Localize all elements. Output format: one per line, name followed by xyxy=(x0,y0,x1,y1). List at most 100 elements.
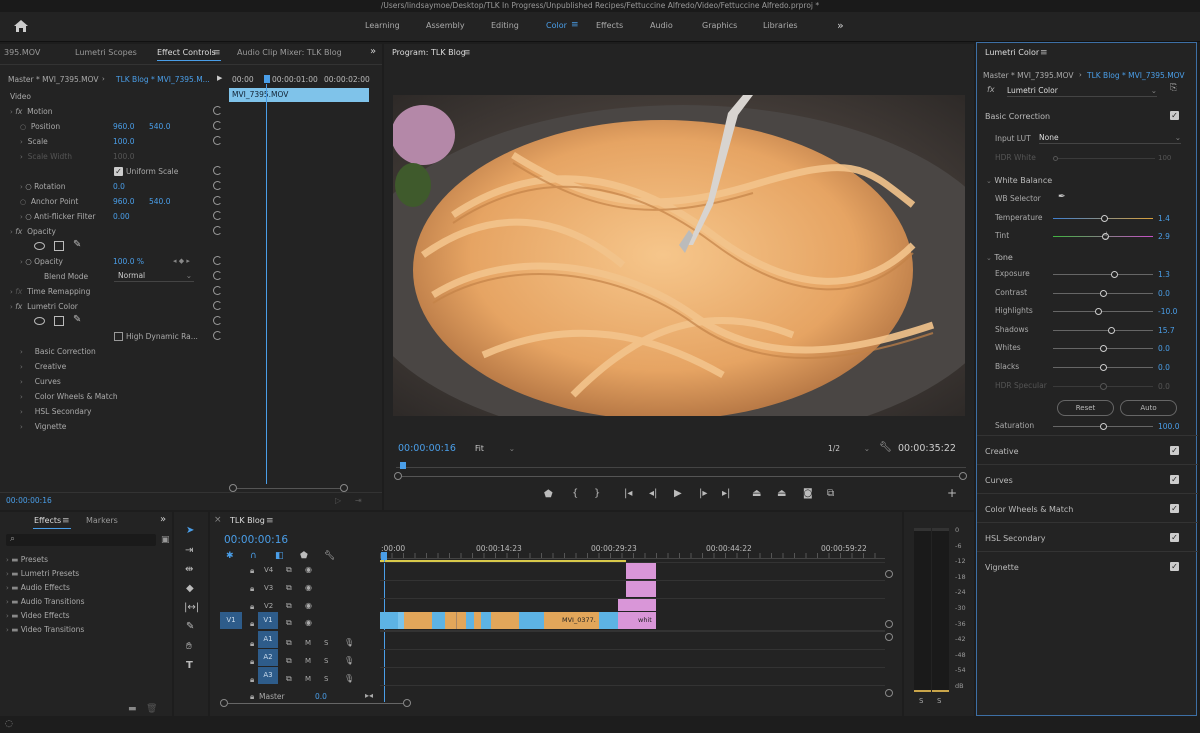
eyedropper-icon[interactable]: ✒ xyxy=(1058,192,1066,202)
extract-icon[interactable]: ⏏ xyxy=(777,489,786,499)
reset-icon[interactable] xyxy=(213,136,222,145)
ripple-edit-tool-icon[interactable]: ⇹ xyxy=(185,565,193,575)
track-height-handle[interactable] xyxy=(885,689,893,697)
play-icon[interactable]: ▶ xyxy=(674,489,682,499)
anti-flicker-row[interactable]: › ○ Anti-flicker Filter xyxy=(20,209,95,224)
lock-icon[interactable]: 🔒︎ xyxy=(250,602,254,612)
new-bin-icon[interactable]: ▣ xyxy=(161,535,170,545)
camera-icon[interactable]: ◙ xyxy=(803,489,813,499)
lock-icon[interactable]: 🔒︎ xyxy=(250,584,254,594)
tone-blacks-slider[interactable] xyxy=(1053,364,1153,371)
pen-mask-icon[interactable]: ✎ xyxy=(73,239,81,250)
white-balance-header[interactable]: ⌄ White Balance xyxy=(986,176,1052,185)
mic-icon[interactable]: 🎙︎ xyxy=(344,656,354,665)
more-panels-icon[interactable]: » xyxy=(160,514,166,525)
reset-icon[interactable] xyxy=(213,301,222,310)
v3-clip[interactable] xyxy=(626,581,656,597)
hand-tool-icon[interactable]: ✋︎ xyxy=(186,642,192,652)
uniform-scale-checkbox[interactable]: ✓ xyxy=(114,167,123,176)
scroll-handle[interactable] xyxy=(403,699,411,707)
saturation-slider[interactable] xyxy=(1053,423,1153,430)
curves-checkbox[interactable]: ✓ xyxy=(1170,475,1179,484)
video-clip[interactable] xyxy=(474,612,481,629)
track-height-handle[interactable] xyxy=(885,570,893,578)
tone-whites-slider[interactable] xyxy=(1053,345,1153,353)
basic-correction-row[interactable]: › Basic Correction xyxy=(20,344,96,359)
rect-mask-icon[interactable] xyxy=(54,316,64,326)
scroll-handle[interactable] xyxy=(220,699,228,707)
lock-icon[interactable]: 🔒︎ xyxy=(250,619,254,629)
ellipse-mask-icon[interactable] xyxy=(34,242,45,250)
tone-highlights-thumb[interactable] xyxy=(1095,308,1102,316)
type-tool-icon[interactable]: T xyxy=(186,661,193,671)
saturation-value[interactable]: 100.0 xyxy=(1158,422,1179,431)
video-clip[interactable] xyxy=(432,612,445,629)
tone-contrast-thumb[interactable] xyxy=(1100,289,1107,297)
ellipse-mask-icon[interactable] xyxy=(34,317,45,325)
panel-menu-icon[interactable]: ≡ xyxy=(463,48,471,58)
position-x[interactable]: 960.0 xyxy=(113,119,134,134)
auto-button[interactable]: Auto xyxy=(1120,400,1177,416)
add-button-icon[interactable]: + xyxy=(947,487,957,499)
mark-out-icon[interactable]: } xyxy=(594,489,600,499)
mic-icon[interactable]: 🎙︎ xyxy=(344,638,354,647)
fit-select[interactable]: Fit ⌄ xyxy=(475,444,517,454)
mute-a1[interactable]: M xyxy=(305,639,311,647)
go-to-out-icon[interactable]: ▸| xyxy=(722,489,730,499)
reset-icon[interactable] xyxy=(213,211,222,220)
close-icon[interactable]: × xyxy=(214,515,222,525)
step-forward-icon[interactable]: |▸ xyxy=(699,489,707,499)
clip-bar[interactable]: MVI_7395.MOV xyxy=(229,88,369,102)
scroll-bar[interactable] xyxy=(402,476,960,477)
resolution-select[interactable]: 1/2 ⌄ xyxy=(828,444,870,454)
color-wheels-header[interactable]: Color Wheels & Match xyxy=(985,505,1073,514)
panel-menu-icon[interactable]: ≡ xyxy=(213,48,221,58)
scroll-handle[interactable] xyxy=(959,472,967,480)
go-to-in-icon[interactable]: |◂ xyxy=(624,489,632,499)
zoom-handle[interactable] xyxy=(340,484,348,492)
razor-tool-icon[interactable]: ◆ xyxy=(186,584,194,594)
eye-icon[interactable]: ◉ xyxy=(305,565,312,574)
panel-menu-icon[interactable]: ≡ xyxy=(62,516,70,526)
selection-tool-icon[interactable]: ➤ xyxy=(186,526,194,536)
rotation-row[interactable]: › ○ Rotation xyxy=(20,179,66,194)
basic-correction-checkbox[interactable]: ✓ xyxy=(1170,111,1179,120)
trash-icon[interactable]: 🗑︎ xyxy=(146,704,157,714)
reset-button[interactable]: Reset xyxy=(1057,400,1114,416)
master-clip-label[interactable]: Master * MVI_7395.MOV xyxy=(8,75,99,84)
sync-lock-icon[interactable]: ⧉ xyxy=(286,656,292,666)
tab-markers[interactable]: Markers xyxy=(86,512,118,530)
sync-lock-icon[interactable]: ⧉ xyxy=(286,601,292,611)
v2-clip[interactable] xyxy=(618,599,656,611)
opacity-group-row[interactable]: › fx Opacity xyxy=(10,224,56,239)
reset-icon[interactable] xyxy=(213,106,222,115)
zoom-handle[interactable] xyxy=(229,484,237,492)
effects-item-video-effects[interactable]: › ▬ Video Effects xyxy=(6,608,70,623)
tone-exposure-value[interactable]: 1.3 xyxy=(1158,270,1170,279)
video-clip[interactable] xyxy=(456,612,466,629)
track-label-v1[interactable]: V1 xyxy=(258,612,278,629)
hdr-checkbox[interactable] xyxy=(114,332,123,341)
pen-mask-icon[interactable]: ✎ xyxy=(73,314,81,325)
tone-exposure-slider[interactable] xyxy=(1053,271,1153,278)
tone-blacks-thumb[interactable] xyxy=(1100,364,1107,371)
chevron-down-icon[interactable]: › xyxy=(102,75,105,83)
tone-exposure-thumb[interactable] xyxy=(1111,271,1118,278)
rect-mask-icon[interactable] xyxy=(54,241,64,251)
new-folder-icon[interactable]: ▬ xyxy=(128,704,137,714)
effects-item-presets[interactable]: › ▬ Presets xyxy=(6,552,48,567)
tab-editing[interactable]: Editing xyxy=(491,21,519,30)
timeline-ruler[interactable] xyxy=(380,553,885,559)
creative-header[interactable]: Creative xyxy=(985,447,1019,456)
tab-color[interactable]: Color xyxy=(546,21,567,30)
curves-row[interactable]: › Curves xyxy=(20,374,61,389)
creative-checkbox[interactable]: ✓ xyxy=(1170,446,1179,455)
keyframe-nav-icon[interactable]: ◂ ◆ ▸ xyxy=(173,254,190,269)
reset-icon[interactable] xyxy=(213,166,222,175)
video-clip[interactable] xyxy=(519,612,544,629)
go-to-end-icon[interactable]: ▸◂ xyxy=(365,691,373,700)
tone-shadows-slider[interactable] xyxy=(1053,326,1153,334)
effects-item-audio-effects[interactable]: › ▬ Audio Effects xyxy=(6,580,70,595)
track-height-handle[interactable] xyxy=(885,633,893,641)
reset-icon[interactable] xyxy=(213,331,222,340)
